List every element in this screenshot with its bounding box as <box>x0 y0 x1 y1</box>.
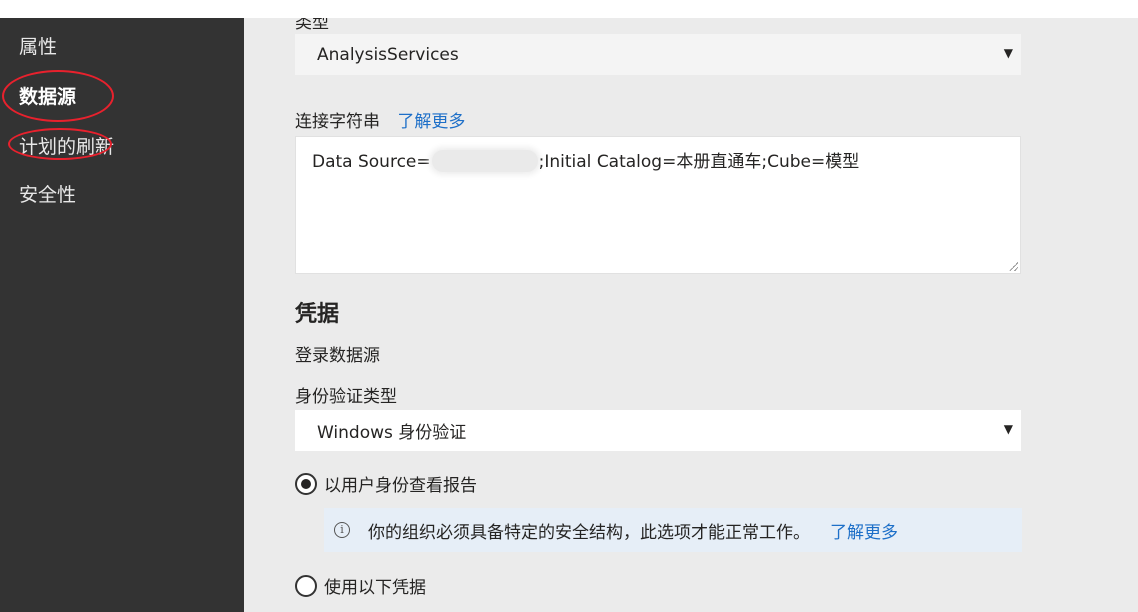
learn-more-link-info[interactable]: 了解更多 <box>830 518 898 543</box>
radio-view-as-user-label: 以用户身份查看报告 <box>324 476 477 496</box>
connection-string-suffix: ;Initial Catalog=本册直通车;Cube=模型 <box>538 152 860 172</box>
sidebar-item-data-source[interactable]: 数据源 <box>19 82 76 109</box>
auth-type-select[interactable]: Windows 身份验证 ▼ <box>295 410 1021 451</box>
credentials-title: 凭据 <box>295 302 340 327</box>
sidebar-item-properties[interactable]: 属性 <box>19 32 57 59</box>
learn-more-link-connection[interactable]: 了解更多 <box>397 112 465 132</box>
redacted-server-name <box>431 150 538 172</box>
type-select-value: AnalysisServices <box>317 44 459 65</box>
main-panel: 类型 AnalysisServices ▼ 连接字符串 了解更多 Data So… <box>244 18 1138 612</box>
resize-grip-icon[interactable] <box>1008 261 1018 271</box>
dropdown-arrow-icon: ▼ <box>1003 46 1013 60</box>
info-banner: i 你的组织必须具备特定的安全结构，此选项才能正常工作。 了解更多 <box>324 508 1022 552</box>
auth-type-select-value: Windows 身份验证 <box>317 423 467 443</box>
sidebar-item-scheduled-refresh[interactable]: 计划的刷新 <box>19 132 114 159</box>
connection-string-textarea[interactable]: Data Source= ;Initial Catalog=本册直通车;Cube=… <box>295 136 1021 274</box>
radio-use-credentials[interactable]: 使用以下凭据 <box>295 573 426 598</box>
type-label: 类型 <box>295 18 329 33</box>
connection-string-label-text: 连接字符串 <box>295 112 380 132</box>
sidebar-item-security[interactable]: 安全性 <box>19 180 76 207</box>
radio-unchecked-icon[interactable] <box>295 574 317 597</box>
info-banner-text: 你的组织必须具备特定的安全结构，此选项才能正常工作。 <box>368 522 810 543</box>
info-icon: i <box>334 522 350 538</box>
type-select[interactable]: AnalysisServices ▼ <box>295 34 1021 75</box>
top-bar <box>0 0 1138 18</box>
radio-use-credentials-label: 使用以下凭据 <box>324 578 426 598</box>
credentials-subtitle: 登录数据源 <box>295 346 380 366</box>
connection-string-label: 连接字符串 了解更多 <box>295 107 465 132</box>
dropdown-arrow-icon: ▼ <box>1003 422 1013 436</box>
auth-type-label: 身份验证类型 <box>295 387 397 407</box>
sidebar: 属性 数据源 计划的刷新 安全性 <box>0 18 244 612</box>
connection-string-prefix: Data Source= <box>312 152 431 172</box>
radio-checked-icon[interactable] <box>295 472 317 495</box>
radio-view-as-user[interactable]: 以用户身份查看报告 <box>295 471 477 496</box>
